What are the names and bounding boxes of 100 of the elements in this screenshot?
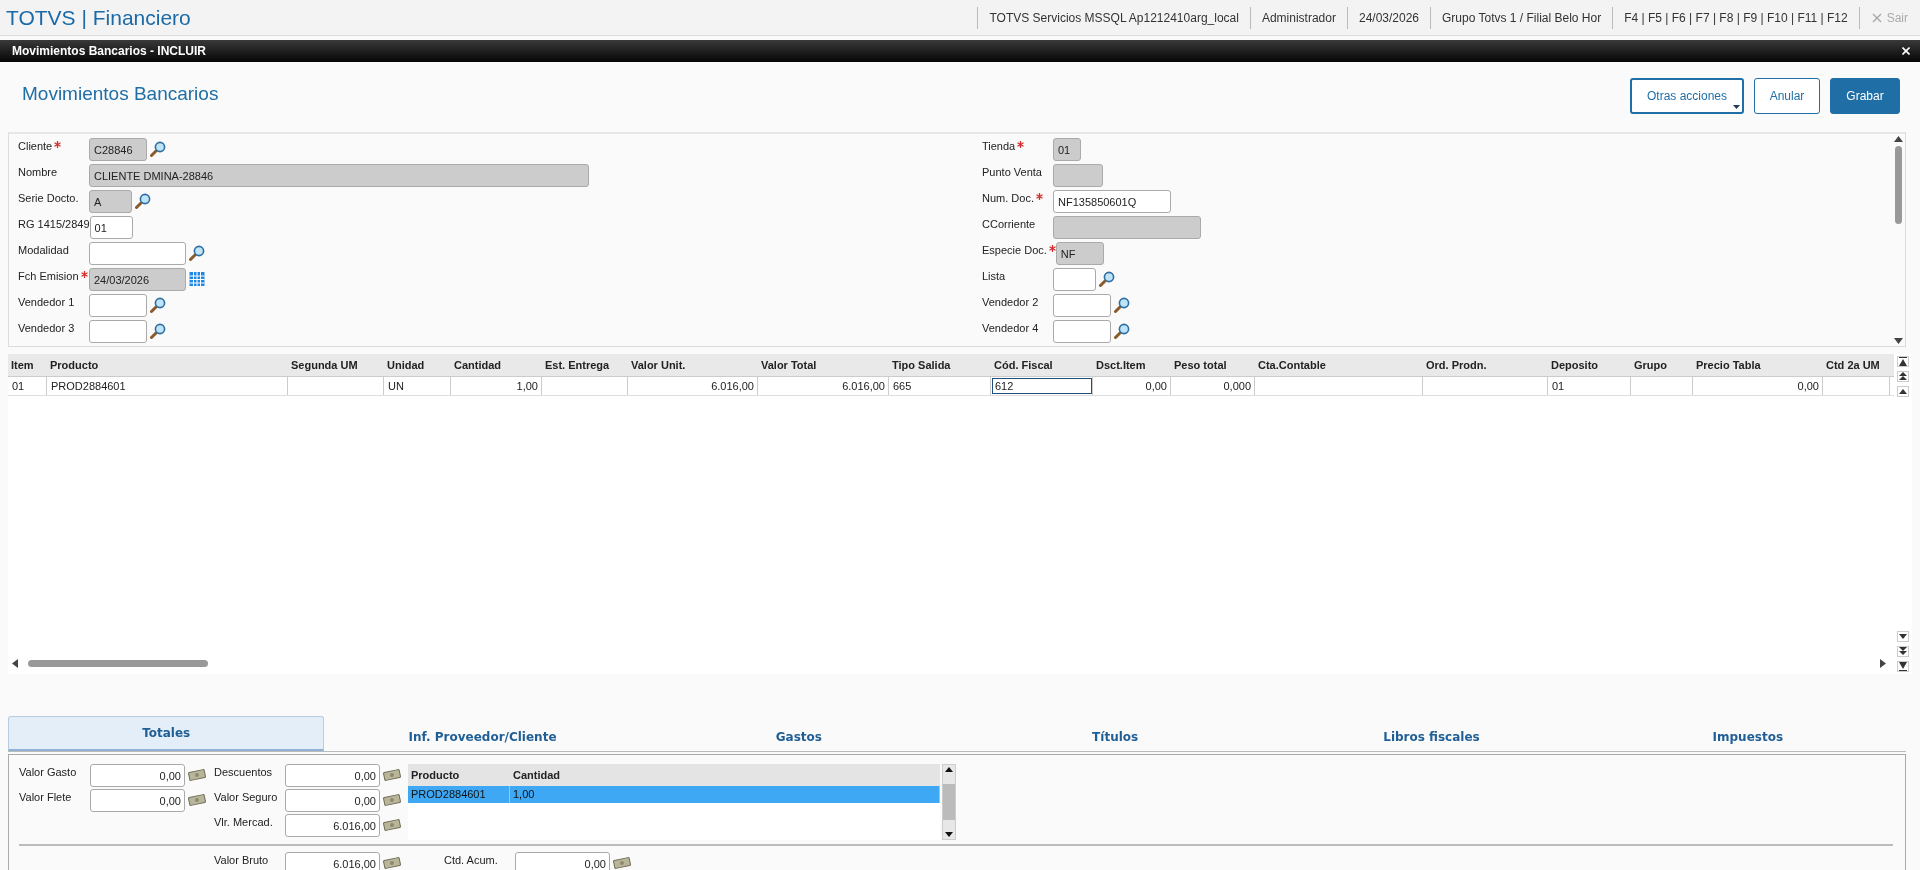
money-icon[interactable] (613, 857, 631, 869)
column-header[interactable]: Deposito (1548, 354, 1631, 376)
text-field[interactable] (89, 294, 147, 317)
money-icon[interactable] (383, 769, 401, 781)
amount-field[interactable]: 0,00 (285, 764, 380, 787)
scroll-thumb[interactable] (943, 784, 955, 820)
tab[interactable]: Inf. Proveedor/Cliente (324, 716, 641, 751)
money-icon[interactable] (383, 794, 401, 806)
column-header[interactable]: Ord. Prodn. (1423, 354, 1548, 376)
search-icon[interactable] (150, 141, 166, 157)
column-header[interactable]: Cantidad (451, 354, 542, 376)
amount-field[interactable]: 6.016,00 (285, 852, 380, 870)
column-header[interactable]: Peso total (1171, 354, 1255, 376)
amount-field[interactable]: 0,00 (515, 852, 610, 870)
row-down-button[interactable] (1897, 631, 1909, 642)
money-icon[interactable] (383, 819, 401, 831)
text-field[interactable] (1053, 164, 1103, 187)
page-down-button[interactable] (1897, 646, 1909, 657)
text-field[interactable]: CLIENTE DMINA-28846 (89, 164, 589, 187)
search-icon[interactable] (135, 193, 151, 209)
text-field[interactable]: 01 (1053, 138, 1081, 161)
search-icon[interactable] (150, 323, 166, 339)
column-header[interactable]: Valor Unit. (628, 354, 758, 376)
search-icon[interactable] (1114, 297, 1130, 313)
text-field[interactable]: 01 (89, 216, 133, 239)
column-header[interactable]: Precio Tabla (1693, 354, 1823, 376)
field-label: Valor Bruto (214, 853, 270, 866)
calendar-icon[interactable] (189, 271, 205, 287)
amount-field[interactable]: 0,00 (90, 764, 185, 787)
text-field[interactable]: NF135850601Q (1053, 190, 1171, 213)
search-icon[interactable] (1114, 323, 1130, 339)
table-cell: 665 (889, 377, 991, 395)
amount-field[interactable]: 0,00 (90, 789, 185, 812)
column-header[interactable]: Dsct.Item (1093, 354, 1171, 376)
search-icon[interactable] (150, 297, 166, 313)
save-button[interactable]: Grabar (1830, 78, 1900, 114)
dialog-title: Movimientos Bancarios - INCLUIR (12, 44, 207, 58)
scroll-thumb[interactable] (1894, 146, 1902, 224)
scroll-up-icon[interactable] (945, 767, 953, 772)
text-field[interactable] (89, 242, 186, 265)
scroll-left-icon[interactable] (12, 659, 18, 668)
field-label: Especie Doc. (982, 244, 1047, 256)
column-header[interactable]: Producto (408, 764, 510, 786)
tab[interactable]: Impuestos (1589, 716, 1906, 751)
tab[interactable]: Títulos (957, 716, 1274, 751)
column-header[interactable]: Ctd 2a UM (1823, 354, 1890, 376)
table-cell: 0,00 (1093, 377, 1171, 395)
column-header[interactable]: Tipo Salida (889, 354, 991, 376)
column-header[interactable]: Est. Entrega (542, 354, 628, 376)
first-row-button[interactable] (1897, 356, 1909, 367)
row-up-button[interactable] (1897, 386, 1909, 397)
text-field[interactable] (1053, 268, 1096, 291)
column-header[interactable]: Item (8, 354, 47, 376)
scroll-right-icon[interactable] (1880, 659, 1886, 668)
text-field[interactable]: A (89, 190, 132, 213)
table-cell: 0,000 (1171, 377, 1255, 395)
table-row[interactable]: PROD2884601 1,00 (408, 786, 940, 803)
search-icon[interactable] (189, 245, 205, 261)
table-cell: 6.016,00 (758, 377, 889, 395)
column-header[interactable]: Grupo (1631, 354, 1693, 376)
last-row-button[interactable] (1897, 661, 1909, 672)
money-icon[interactable] (188, 794, 206, 806)
table-cell: 01 (1548, 377, 1631, 395)
text-field[interactable] (1053, 320, 1111, 343)
tab[interactable]: Totales (8, 716, 325, 751)
search-icon[interactable] (1099, 271, 1115, 287)
column-header[interactable]: Producto (47, 354, 288, 376)
tab[interactable]: Gastos (640, 716, 957, 751)
page-up-button[interactable] (1897, 371, 1909, 382)
money-icon[interactable] (383, 857, 401, 869)
column-header[interactable]: Segunda UM (288, 354, 384, 376)
scroll-thumb[interactable] (28, 660, 208, 667)
table-cell: 6.016,00 (628, 377, 758, 395)
column-header[interactable]: Cantidad (510, 764, 940, 786)
cancel-button[interactable]: Anular (1754, 78, 1820, 114)
column-header[interactable]: Cta.Contable (1255, 354, 1423, 376)
table-cell: UN (384, 377, 451, 395)
amount-field[interactable]: 0,00 (285, 789, 380, 812)
text-field[interactable] (1053, 294, 1111, 317)
column-header[interactable]: Unidad (384, 354, 451, 376)
scroll-down-icon[interactable] (945, 832, 953, 837)
text-field[interactable] (89, 320, 147, 343)
money-icon[interactable] (188, 769, 206, 781)
column-header[interactable]: Valor Total (758, 354, 889, 376)
field-label: Vendedor 4 (982, 322, 1039, 334)
scroll-down-icon[interactable] (1893, 338, 1903, 344)
close-icon[interactable] (1902, 47, 1910, 55)
text-field[interactable]: NF (1055, 242, 1104, 265)
column-header[interactable]: Cód. Fiscal (991, 354, 1093, 376)
text-field[interactable] (1053, 216, 1201, 239)
text-field[interactable]: 24/03/2026 (89, 268, 186, 291)
more-actions-button[interactable]: Otras acciones (1630, 78, 1744, 114)
text-field[interactable]: C28846 (89, 138, 147, 161)
field-label: Modalidad (18, 244, 69, 256)
required-icon (1035, 193, 1043, 200)
amount-field[interactable]: 6.016,00 (285, 814, 380, 837)
required-icon (80, 271, 88, 278)
field-label: Nombre (18, 166, 58, 178)
tab[interactable]: Libros fiscales (1273, 716, 1590, 751)
scroll-up-icon[interactable] (1893, 136, 1903, 142)
